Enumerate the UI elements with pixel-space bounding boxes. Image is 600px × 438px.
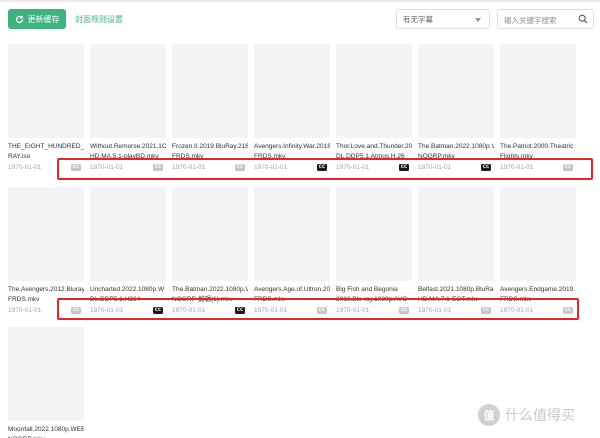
media-poster[interactable] bbox=[8, 44, 84, 138]
search-input[interactable] bbox=[498, 11, 576, 30]
watermark: 值 什么值得买 bbox=[478, 404, 575, 426]
media-title-line: Without.Remorse.2021.1C bbox=[90, 143, 166, 150]
media-poster[interactable] bbox=[418, 187, 494, 281]
media-poster[interactable] bbox=[254, 187, 330, 281]
media-poster[interactable] bbox=[90, 187, 166, 281]
media-title-line: The.Avengers.2012.Bluray bbox=[8, 286, 84, 293]
watermark-logo: 值 bbox=[478, 404, 500, 426]
refresh-icon bbox=[15, 15, 23, 23]
media-poster[interactable] bbox=[172, 44, 248, 138]
highlight-box-row-2 bbox=[57, 298, 579, 320]
media-poster[interactable] bbox=[336, 187, 412, 281]
media-title: Moonfall.2022.1080p.WEB NOGRP.mkv bbox=[8, 425, 84, 438]
media-poster[interactable] bbox=[90, 44, 166, 138]
media-title-line: Frozen.II.2019.BluRay.216 bbox=[172, 143, 248, 150]
search-box[interactable] bbox=[497, 9, 594, 30]
media-title-line: NOGRP.mkv bbox=[8, 435, 84, 438]
media-title-line: Avengers.Infinity.War.2018 bbox=[254, 143, 330, 150]
media-title-line: Avengers.Endgame.2019. bbox=[500, 286, 576, 293]
top-divider bbox=[0, 0, 600, 2]
watermark-text: 什么值得买 bbox=[505, 407, 575, 423]
media-poster[interactable] bbox=[8, 187, 84, 281]
cover-rules-link[interactable]: 封面规则设置 bbox=[75, 14, 123, 25]
media-poster[interactable] bbox=[500, 44, 576, 138]
media-poster[interactable] bbox=[254, 44, 330, 138]
media-title-line: The.Batman.2022.1080p.V bbox=[418, 143, 494, 150]
media-title-line: The.Batman.2022.1080p.V bbox=[172, 286, 248, 293]
media-title-line: The.Patriot.2000.Theatric bbox=[500, 143, 574, 150]
media-poster[interactable] bbox=[500, 187, 576, 281]
media-date: 1970-01-01 bbox=[8, 164, 42, 171]
media-poster[interactable] bbox=[336, 44, 412, 138]
media-title-line: Avengers.Age.of.Ultron.20 bbox=[254, 286, 330, 293]
refresh-cache-label: 更新缓存 bbox=[27, 14, 60, 24]
media-title-line: Big Fish and Begonia bbox=[336, 286, 398, 293]
media-poster[interactable] bbox=[8, 327, 84, 421]
subtitle-filter-select[interactable]: 有无字幕 bbox=[396, 9, 490, 29]
refresh-cache-button[interactable]: 更新缓存 bbox=[8, 9, 66, 29]
media-poster[interactable] bbox=[172, 187, 248, 281]
search-icon[interactable] bbox=[578, 14, 588, 24]
media-title-line: Thor.Love.and.Thunder.20 bbox=[336, 143, 412, 150]
media-date: 1970-01-01 bbox=[8, 307, 42, 314]
media-title-line: Belfast.2021.1080p.BluRa bbox=[418, 286, 494, 293]
media-poster[interactable] bbox=[418, 44, 494, 138]
highlight-box-row-1 bbox=[57, 158, 593, 180]
subtitle-filter-value: 有无字幕 bbox=[403, 14, 433, 24]
chevron-down-icon bbox=[475, 18, 481, 22]
media-title-line: Moonfall.2022.1080p.WEB bbox=[8, 426, 84, 433]
media-title-line: THE_EIGHT_HUNDRED_BI bbox=[8, 143, 84, 150]
media-title-line: Uncharted.2022.1080p.W bbox=[90, 286, 165, 293]
